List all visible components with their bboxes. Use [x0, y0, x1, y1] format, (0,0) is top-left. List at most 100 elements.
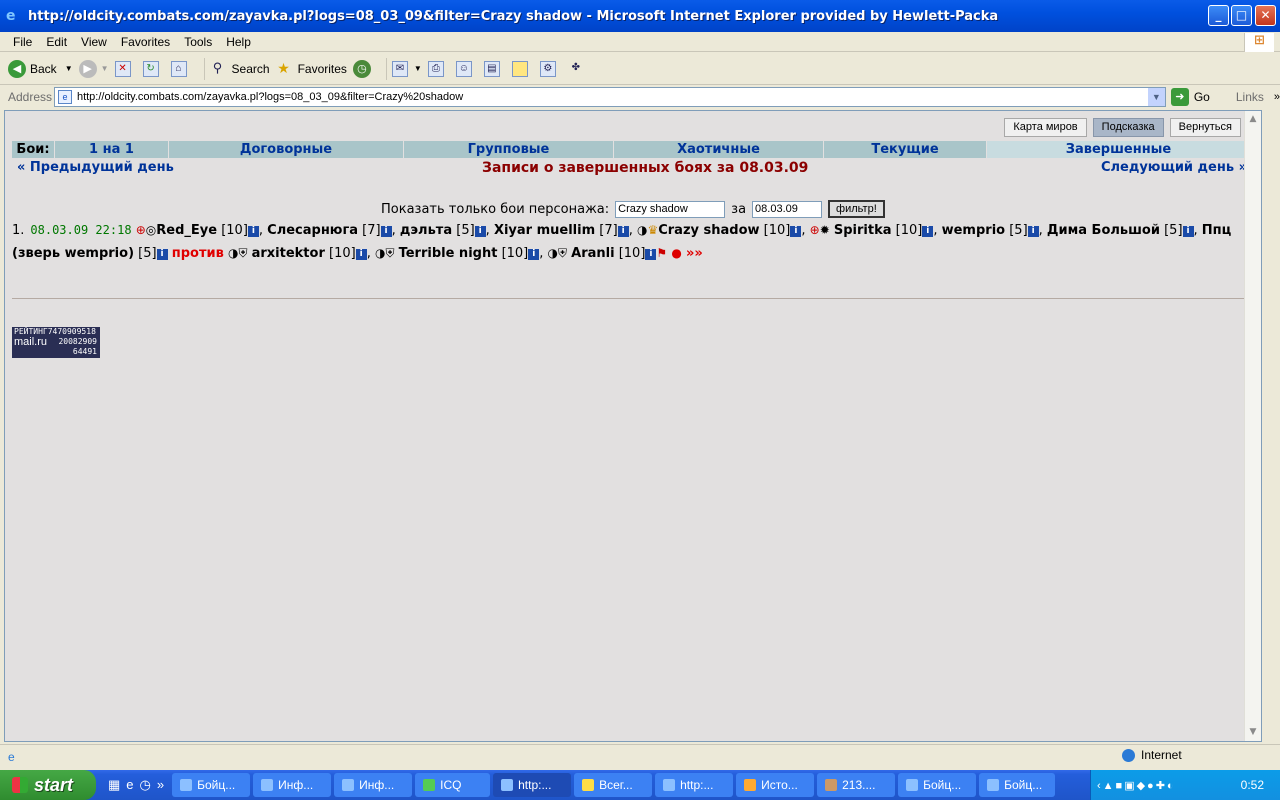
research-button[interactable]: ⚙ [539, 60, 562, 77]
maximize-button[interactable]: □ [1231, 5, 1252, 26]
go-button[interactable]: ➜ Go [1170, 88, 1210, 106]
info-icon[interactable]: i [790, 226, 802, 237]
history-icon: ◷ [352, 59, 371, 78]
player-name[interactable]: дэльта [400, 223, 452, 238]
task-item[interactable]: ICQ [415, 773, 491, 797]
player-name[interactable]: Aranli [571, 246, 614, 261]
return-button[interactable]: Вернуться [1169, 118, 1241, 137]
info-icon[interactable]: i [156, 249, 168, 260]
windows-flag-icon [12, 777, 28, 793]
info-icon[interactable]: i [617, 226, 629, 237]
player-name[interactable]: Xiyar muellim [494, 223, 595, 238]
print-button[interactable]: ⎙ [427, 60, 450, 77]
history-button[interactable]: ◷ [352, 59, 375, 78]
tab-1v1[interactable]: 1 на 1 [55, 141, 169, 158]
tray-icons[interactable]: ‹▲■▣◆●✚◐ [1091, 779, 1176, 792]
address-input[interactable]: e http://oldcity.combats.com/zayavka.pl?… [53, 87, 1166, 107]
links-button[interactable]: Links [1236, 90, 1264, 104]
address-url: http://oldcity.combats.com/zayavka.pl?lo… [76, 91, 464, 103]
battle-log-link[interactable]: »» [686, 246, 703, 261]
menu-edit[interactable]: Edit [39, 35, 74, 49]
stop-button[interactable]: ✕ [114, 60, 137, 77]
tab-chaotic[interactable]: Хаотичные [614, 141, 824, 158]
task-item[interactable]: Исто... [736, 773, 815, 797]
home-button[interactable]: ⌂ [170, 60, 193, 77]
mailru-counter[interactable]: РЕЙТИНГ7470909518 mail.ru 20082909 64491 [12, 327, 100, 358]
forward-dropdown-icon[interactable]: ▼ [101, 64, 109, 73]
task-item[interactable]: http:... [655, 773, 734, 797]
date-input[interactable] [752, 200, 823, 218]
player-name[interactable]: Дима Большой [1047, 223, 1160, 238]
note-button[interactable] [511, 60, 534, 77]
player-name[interactable]: Crazy shadow [658, 223, 759, 238]
back-button[interactable]: ◀ Back ▼ [8, 59, 73, 78]
menu-view[interactable]: View [74, 35, 114, 49]
menu-help[interactable]: Help [219, 35, 258, 49]
next-day-link[interactable]: Следующий день » [1101, 160, 1247, 175]
chevron-icon[interactable]: » [157, 777, 164, 793]
start-button[interactable]: start [0, 770, 96, 800]
vertical-scrollbar[interactable]: ▲ ▼ [1244, 111, 1261, 741]
scroll-up-icon[interactable]: ▲ [1245, 111, 1261, 128]
tab-group[interactable]: Групповые [404, 141, 614, 158]
system-tray: ‹▲■▣◆●✚◐ 0:52 [1090, 770, 1280, 800]
task-item[interactable]: Всег... [574, 773, 653, 797]
edit-button[interactable]: ▤ [483, 60, 506, 77]
info-icon[interactable]: i [380, 226, 392, 237]
character-input[interactable] [615, 200, 726, 218]
back-dropdown-icon[interactable]: ▼ [65, 64, 73, 73]
tab-finished[interactable]: Завершенные [987, 141, 1251, 158]
tab-current[interactable]: Текущие [824, 141, 987, 158]
info-icon[interactable]: i [645, 249, 657, 260]
player-name[interactable]: Red_Eye [156, 223, 217, 238]
messenger-button[interactable]: ☺ [455, 60, 478, 77]
player-name[interactable]: arxitektor [252, 246, 325, 261]
task-item[interactable]: Инф... [334, 773, 413, 797]
tab-contract[interactable]: Договорные [169, 141, 404, 158]
info-icon[interactable]: i [355, 249, 367, 260]
media-icon[interactable]: ◷ [140, 777, 151, 793]
menu-file[interactable]: File [6, 35, 39, 49]
task-item-active[interactable]: http:... [493, 773, 572, 797]
ie-launch-icon[interactable]: e [126, 777, 133, 793]
filter-button[interactable]: фильтр! [828, 200, 885, 218]
player-name[interactable]: Terrible night [399, 246, 498, 261]
info-icon[interactable]: i [922, 226, 934, 237]
player-name[interactable]: Spiritka [834, 223, 892, 238]
chevron-right-icon[interactable]: » [1274, 91, 1280, 103]
hint-button[interactable]: Подсказка [1092, 118, 1164, 137]
player-name[interactable]: wemprio [942, 223, 1005, 238]
info-icon[interactable]: i [1027, 226, 1039, 237]
forward-button[interactable]: ▶ ▼ [78, 59, 109, 78]
task-item[interactable]: Бойц... [898, 773, 977, 797]
info-icon[interactable]: i [474, 226, 486, 237]
favorites-button[interactable]: ★ Favorites [276, 61, 347, 77]
minimize-button[interactable]: _ [1208, 5, 1229, 26]
app-icon [906, 779, 919, 791]
menu-tools[interactable]: Tools [177, 35, 219, 49]
desktop-icon[interactable]: ▦ [108, 777, 120, 793]
address-dropdown-icon[interactable]: ▼ [1147, 88, 1165, 106]
task-item[interactable]: 213.... [817, 773, 896, 797]
msn-button[interactable]: ✤ [568, 61, 590, 77]
toolbar-separator [385, 57, 387, 80]
world-map-button[interactable]: Карта миров [1004, 118, 1087, 137]
folder-icon [582, 779, 595, 791]
task-item[interactable]: Бойц... [172, 773, 251, 797]
search-button[interactable]: ⚲ Search [210, 60, 270, 77]
close-button[interactable]: ✕ [1255, 5, 1276, 26]
refresh-button[interactable]: ↻ [142, 60, 165, 77]
task-item[interactable]: Бойц... [979, 773, 1056, 797]
menu-favorites[interactable]: Favorites [114, 35, 177, 49]
info-icon[interactable]: i [1182, 226, 1194, 237]
info-icon[interactable]: i [247, 226, 259, 237]
scroll-down-icon[interactable]: ▼ [1245, 724, 1261, 741]
prev-day-link[interactable]: « Предыдущий день [17, 160, 174, 175]
player-name[interactable]: Слесарнюга [267, 223, 358, 238]
info-icon[interactable]: i [528, 249, 540, 260]
task-item[interactable]: Инф... [253, 773, 332, 797]
versus-label: против [171, 246, 224, 261]
mail-button[interactable]: ✉ ▼ [391, 60, 422, 77]
windows-logo-icon: ⊞ [1244, 33, 1274, 52]
align-icon: ◑ [374, 246, 386, 260]
